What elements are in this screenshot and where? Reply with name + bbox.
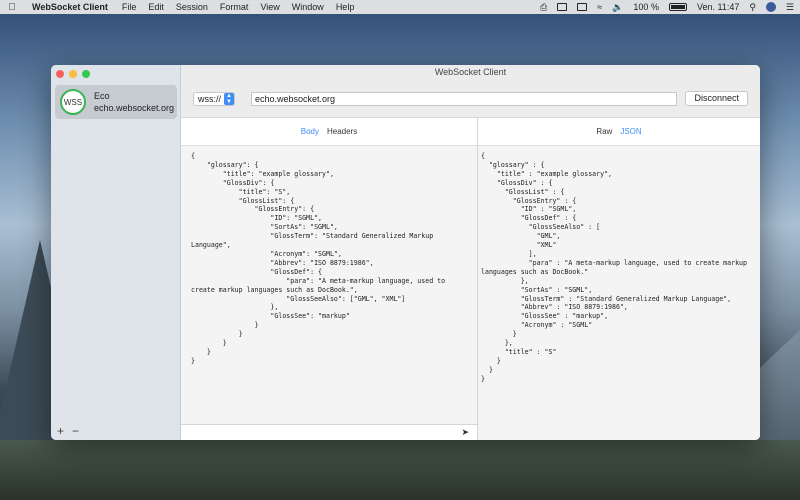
remove-connection-button[interactable]: −: [72, 424, 79, 438]
tab-headers[interactable]: Headers: [327, 127, 357, 136]
menu-window[interactable]: Window: [292, 2, 324, 12]
search-icon[interactable]: ⚲: [749, 2, 756, 13]
disconnect-button[interactable]: Disconnect: [685, 91, 748, 106]
window-title: WebSocket Client: [181, 65, 760, 80]
sidebar: WSS Eco echo.websocket.org + −: [51, 65, 181, 440]
volume-icon[interactable]: 🔈: [612, 2, 623, 13]
request-tabs: Body Headers: [181, 118, 477, 146]
battery-percent[interactable]: 100 %: [633, 2, 659, 12]
wallpaper-valley: [0, 440, 800, 500]
message-composer[interactable]: ➤: [181, 424, 477, 440]
toolbar: wss:// ▲ ▼ echo.websocket.org Disconnect: [181, 80, 760, 118]
tab-raw[interactable]: Raw: [596, 127, 612, 136]
request-body-editor[interactable]: { "glossary": { "title": "example glossa…: [181, 146, 477, 424]
printer-icon[interactable]: ⎙: [540, 2, 547, 13]
menu-view[interactable]: View: [260, 2, 279, 12]
connection-item[interactable]: WSS Eco echo.websocket.org: [55, 85, 177, 119]
connection-text: Eco echo.websocket.org: [94, 90, 174, 114]
response-pane: Raw JSON { "glossary" : { "title" : "exa…: [478, 118, 760, 440]
battery-icon[interactable]: [668, 3, 687, 11]
wss-badge-icon: WSS: [60, 89, 86, 115]
app-window: WSS Eco echo.websocket.org + − WebSocket…: [51, 65, 760, 440]
request-pane: Body Headers { "glossary": { "title": "e…: [181, 118, 478, 440]
response-json-viewer: { "glossary" : { "title" : "example glos…: [481, 152, 747, 383]
connection-host: echo.websocket.org: [94, 103, 175, 113]
protocol-select[interactable]: wss:// ▲ ▼: [193, 91, 236, 106]
keyboard-icon[interactable]: [577, 3, 588, 11]
url-input[interactable]: echo.websocket.org: [251, 91, 678, 106]
protocol-value: wss://: [198, 93, 222, 104]
menu-bar:  WebSocket Client File Edit Session For…: [0, 0, 800, 14]
menu-file[interactable]: File: [122, 2, 137, 12]
app-menu[interactable]: WebSocket Client: [32, 2, 108, 12]
tab-json[interactable]: JSON: [620, 127, 641, 136]
connection-name: Eco: [94, 91, 110, 101]
close-window-button[interactable]: [56, 70, 64, 78]
menu-format[interactable]: Format: [220, 2, 249, 12]
main-area: WebSocket Client wss:// ▲ ▼ echo.websocke…: [181, 65, 760, 440]
zoom-window-button[interactable]: [82, 70, 90, 78]
chevron-updown-icon: ▲ ▼: [224, 92, 235, 105]
sidebar-footer: + −: [57, 424, 79, 438]
panes: Body Headers { "glossary": { "title": "e…: [181, 118, 760, 440]
clock[interactable]: Ven. 11:47: [697, 2, 739, 12]
menu-help[interactable]: Help: [336, 2, 355, 12]
user-avatar-icon[interactable]: [765, 2, 776, 12]
menu-session[interactable]: Session: [176, 2, 208, 12]
send-icon[interactable]: ➤: [461, 427, 469, 438]
menu-edit[interactable]: Edit: [148, 2, 164, 12]
window-controls: [56, 70, 90, 78]
status-area: ⎙ ≈ 🔈 100 % Ven. 11:47 ⚲ ☰: [540, 2, 794, 13]
list-icon[interactable]: ☰: [786, 2, 794, 13]
add-connection-button[interactable]: +: [57, 424, 64, 438]
wifi-icon[interactable]: ≈: [597, 2, 602, 12]
tab-body[interactable]: Body: [301, 127, 319, 136]
minimize-window-button[interactable]: [69, 70, 77, 78]
apple-menu-icon[interactable]: : [6, 2, 18, 13]
display-icon[interactable]: [557, 3, 568, 11]
response-tabs: Raw JSON: [478, 118, 760, 146]
